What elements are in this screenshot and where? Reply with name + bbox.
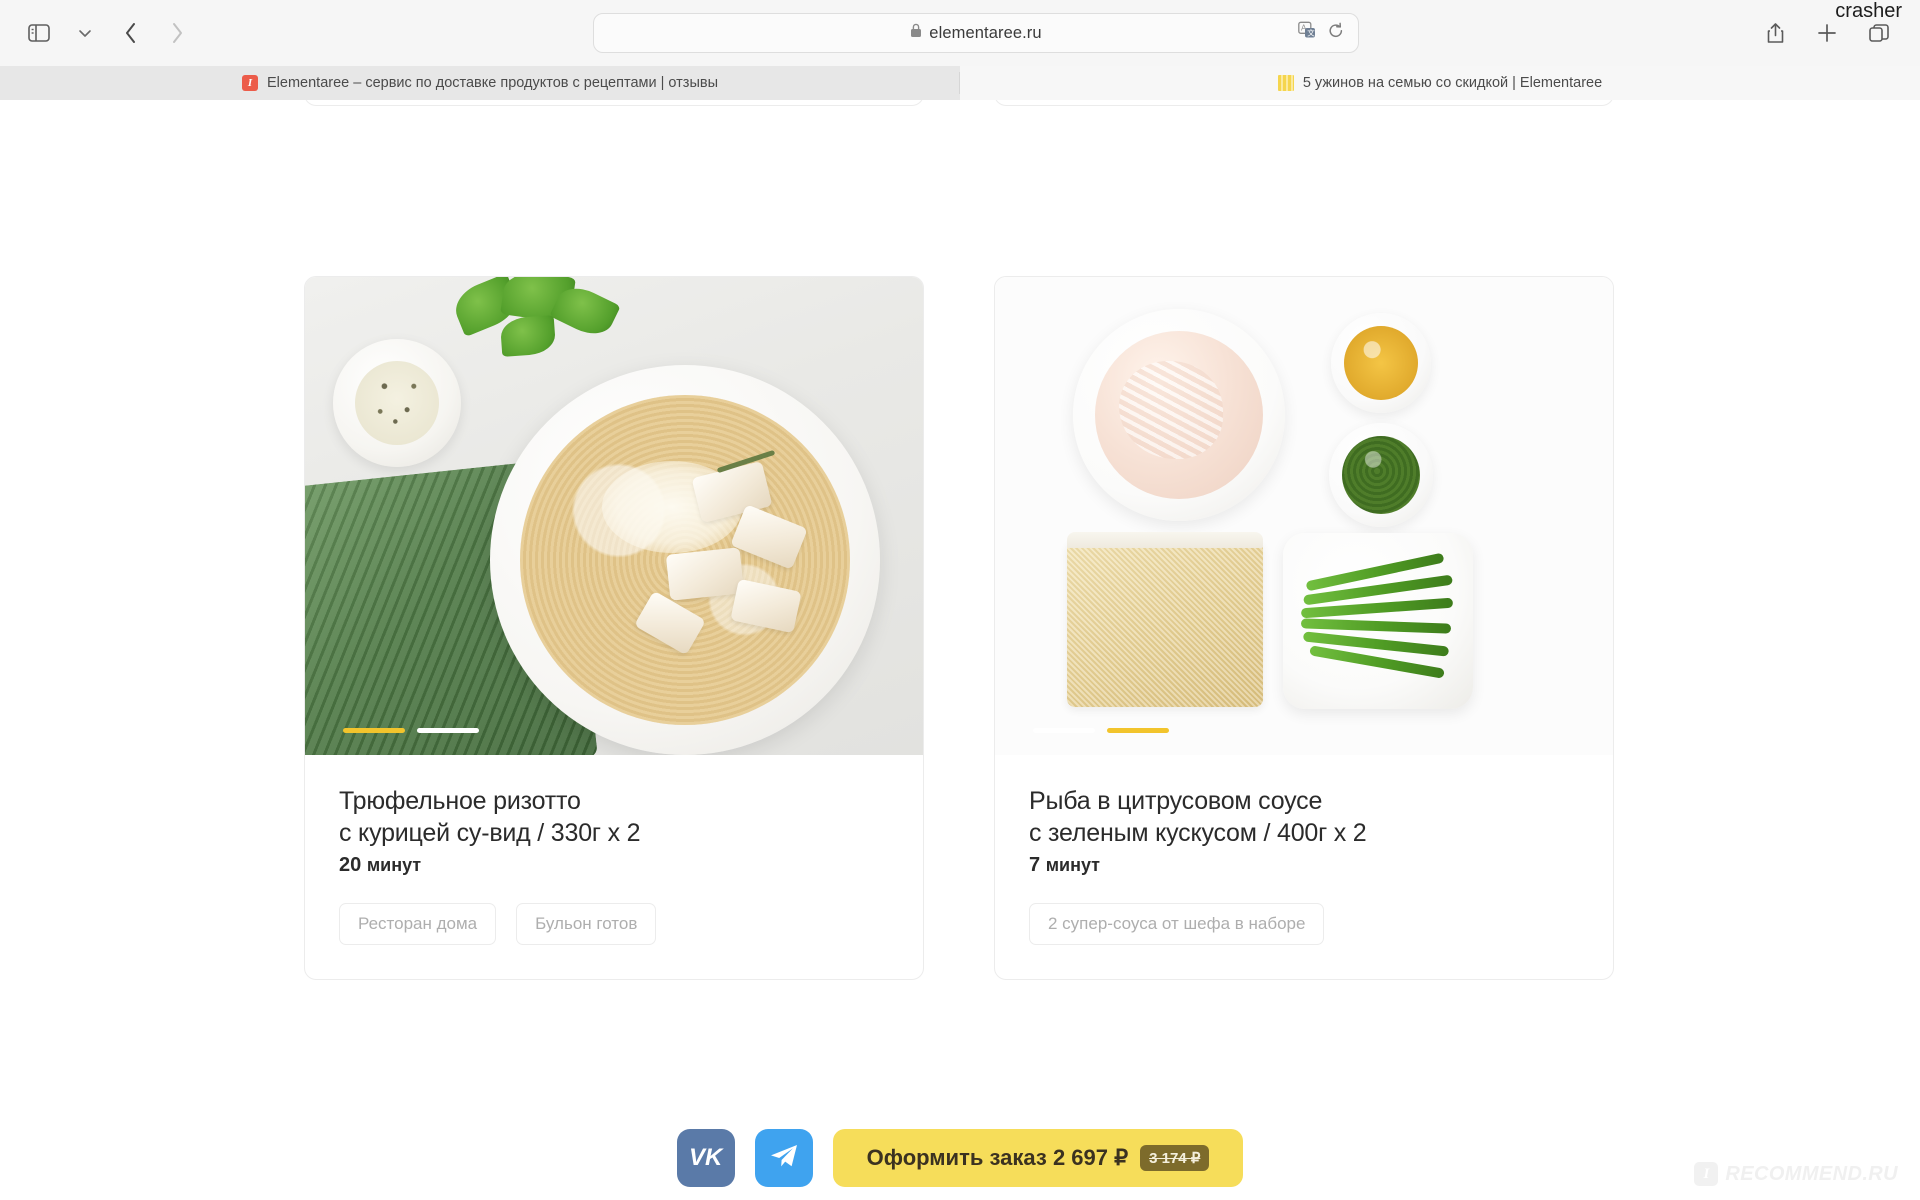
dish-cooking-time: 20 минут xyxy=(339,854,889,877)
address-bar[interactable]: elementaree.ru A文 xyxy=(593,13,1359,53)
dish-tags: 2 супер-соуса от шефа в наборе xyxy=(1029,903,1579,945)
cilantro-leaf xyxy=(499,315,557,357)
dish-tag: Бульон готов xyxy=(516,903,657,945)
telegram-share-button[interactable] xyxy=(754,1129,813,1187)
dish-time-value: 20 xyxy=(339,854,362,876)
tab-title: 5 ужинов на семью со скидкой | Elementar… xyxy=(1302,75,1603,91)
order-bar: VK Оформить заказ 2 697 ₽ 3 174 ₽ xyxy=(0,1116,1920,1200)
dish-tags: Ресторан дома Бульон готов xyxy=(339,903,889,945)
forward-arrow-icon xyxy=(156,12,198,54)
dish-photo-risotto[interactable] xyxy=(305,277,923,755)
translate-icon[interactable]: A文 xyxy=(1298,21,1317,45)
risotto-plate xyxy=(490,365,880,755)
pagination-bar-2[interactable] xyxy=(417,728,479,733)
citrus-sauce-bowl xyxy=(1331,313,1431,413)
dish-title-line2: с курицей су-вид / 330г х 2 xyxy=(339,819,641,847)
green-sauce xyxy=(1342,436,1420,514)
vk-share-button[interactable]: VK xyxy=(676,1129,735,1187)
back-arrow-icon[interactable] xyxy=(110,12,152,54)
dish-title-line1: Рыба в цитрусовом соусе xyxy=(1029,787,1323,815)
irecommend-watermark: I RECOMMEND.RU xyxy=(1694,1162,1898,1186)
lock-icon xyxy=(910,23,922,43)
sidebar-toggle-icon[interactable] xyxy=(18,12,60,54)
dish-title: Трюфельное ризотто с курицей су-вид / 33… xyxy=(339,785,889,849)
checkout-label: Оформить заказ 2 697 ₽ xyxy=(866,1145,1129,1170)
browser-toolbar: elementaree.ru A文 crasher xyxy=(0,0,1920,66)
pagination-bar-2[interactable] xyxy=(1107,728,1169,733)
toolbar-center-group: elementaree.ru A文 xyxy=(198,13,1754,53)
tab-title: Elementaree – сервис по доставке продукт… xyxy=(267,75,718,91)
share-icon[interactable] xyxy=(1754,12,1796,54)
old-price-badge: 3 174 ₽ xyxy=(1140,1145,1210,1171)
elementaree-favicon xyxy=(1277,75,1294,91)
tab-bar: I Elementaree – сервис по доставке проду… xyxy=(0,66,1920,100)
green-sauce-bowl xyxy=(1329,423,1433,527)
dish-card-partial[interactable] xyxy=(304,100,924,106)
page-content: Трюфельное ризотто с курицей су-вид / 33… xyxy=(0,100,1920,1200)
green-bean xyxy=(1300,618,1452,634)
chicken-piece xyxy=(665,547,745,601)
svg-text:文: 文 xyxy=(1307,28,1315,38)
photo-pagination[interactable] xyxy=(1033,728,1169,733)
chevron-down-icon[interactable] xyxy=(64,12,106,54)
telegram-icon xyxy=(769,1143,799,1174)
dish-card-body: Трюфельное ризотто с курицей су-вид / 33… xyxy=(305,755,923,979)
dish-tag: 2 супер-соуса от шефа в наборе xyxy=(1029,903,1325,945)
butter-bowl xyxy=(333,339,461,467)
dish-title: Рыба в цитрусовом соусе с зеленым кускус… xyxy=(1029,785,1579,849)
dish-title-line1: Трюфельное ризотто xyxy=(339,787,581,815)
dish-time-unit: минут xyxy=(1045,855,1100,875)
address-bar-actions: A文 xyxy=(1298,21,1344,45)
fish-fillets xyxy=(1095,331,1263,499)
watermark-badge: I xyxy=(1694,1162,1719,1186)
vk-label: VK xyxy=(688,1144,723,1171)
dish-time-value: 7 xyxy=(1029,854,1041,876)
pagination-bar-1[interactable] xyxy=(1033,728,1095,733)
previous-dish-cards-row xyxy=(304,100,1614,106)
checkout-button[interactable]: Оформить заказ 2 697 ₽ 3 174 ₽ xyxy=(832,1129,1244,1187)
tab-irecommend[interactable]: I Elementaree – сервис по доставке проду… xyxy=(0,66,960,100)
citrus-sauce xyxy=(1344,326,1418,400)
couscous-pack xyxy=(1067,532,1263,707)
photo-pagination[interactable] xyxy=(343,728,479,733)
tab-elementaree[interactable]: 5 ужинов на семью со скидкой | Elementar… xyxy=(960,66,1920,100)
dish-card-fish[interactable]: Рыба в цитрусовом соусе с зеленым кускус… xyxy=(994,276,1614,980)
dish-card-partial[interactable] xyxy=(994,100,1614,106)
green-beans-plate xyxy=(1283,533,1473,709)
irecommend-favicon: I xyxy=(242,75,258,91)
reload-icon[interactable] xyxy=(1328,22,1344,44)
dish-tag: Ресторан дома xyxy=(339,903,497,945)
url-text: elementaree.ru xyxy=(929,23,1042,42)
dish-card-risotto[interactable]: Трюфельное ризотто с курицей су-вид / 33… xyxy=(304,276,924,980)
toolbar-left-group xyxy=(0,12,198,54)
dish-time-unit: минут xyxy=(366,855,422,875)
dish-card-body: Рыба в цитрусовом соусе с зеленым кускус… xyxy=(995,755,1613,979)
dish-photo-fish[interactable] xyxy=(995,277,1613,755)
crasher-overlay-text: crasher xyxy=(1835,0,1902,22)
herb-butter xyxy=(355,361,439,445)
dish-title-line2: с зеленым кускусом / 400г х 2 xyxy=(1029,819,1367,847)
fish-bowl xyxy=(1073,309,1285,521)
dish-cooking-time: 7 минут xyxy=(1029,854,1579,877)
watermark-text: RECOMMEND.RU xyxy=(1725,1162,1898,1185)
dish-cards-row: Трюфельное ризотто с курицей су-вид / 33… xyxy=(304,276,1614,980)
pagination-bar-1[interactable] xyxy=(343,728,405,733)
url-display: elementaree.ru xyxy=(910,23,1042,43)
